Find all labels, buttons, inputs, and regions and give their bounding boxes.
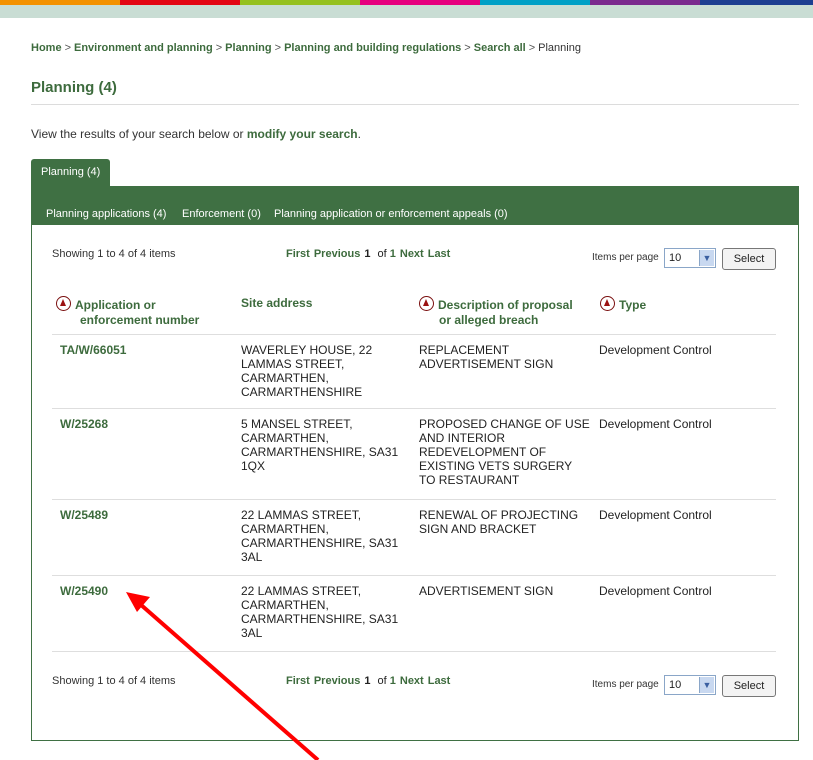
annotation-arrow: [126, 592, 320, 760]
annotation-arrow-line: [138, 602, 320, 760]
